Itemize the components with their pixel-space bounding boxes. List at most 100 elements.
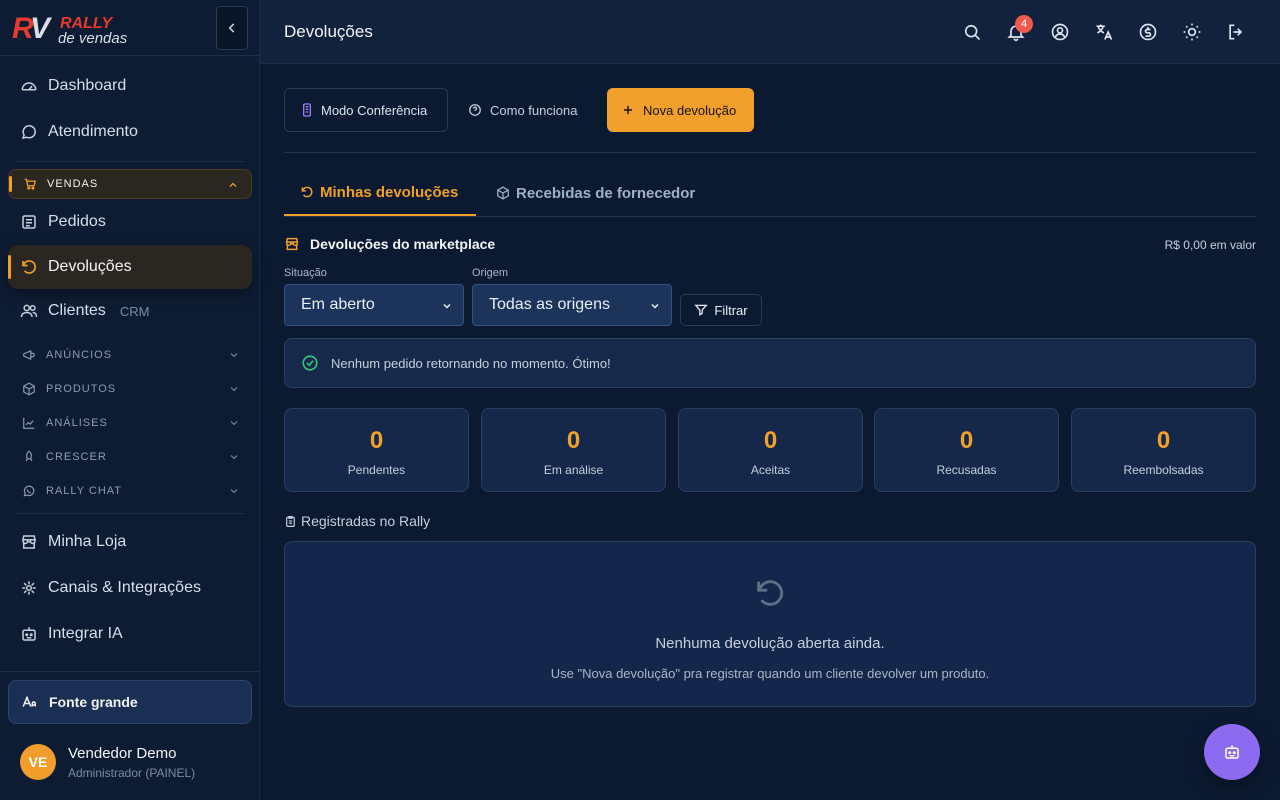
plug-network-icon [22, 581, 36, 595]
nav-clientes[interactable]: Clientes CRM [8, 289, 252, 333]
empty-state-description: Use "Nova devolução" pra registrar quand… [550, 666, 990, 681]
nav-integrar-ia[interactable]: Integrar IA [8, 612, 252, 656]
divider [16, 513, 244, 514]
section-crescer-label: CRESCER [46, 451, 107, 463]
section-crescer[interactable]: CRESCER [8, 442, 252, 472]
user-name: Vendedor Demo [68, 744, 177, 762]
nav-devolucoes[interactable]: Devoluções [8, 245, 252, 289]
box-icon [23, 382, 35, 396]
section-rally-chat-label: RALLY CHAT [46, 485, 123, 497]
check-circle-icon [302, 355, 318, 371]
marketplace-value: R$ 0,00 em valor [1164, 238, 1256, 252]
brand-sub: de vendas [58, 30, 128, 47]
nav-dashboard[interactable]: Dashboard [8, 64, 252, 108]
divider [16, 161, 244, 162]
nav-devolucoes-label: Devoluções [48, 258, 132, 275]
empty-state-title: Nenhuma devolução aberta ainda. [655, 635, 885, 652]
logout-icon [1229, 24, 1243, 40]
chat-bubble-icon [21, 125, 36, 140]
font-size-label: Fonte grande [49, 694, 138, 710]
tab-recebidas-fornecedor[interactable]: Recebidas de fornecedor [496, 170, 695, 216]
help-circle-icon [469, 104, 481, 116]
nav-atendimento[interactable]: Atendimento [8, 110, 252, 154]
nav-integrar-ia-label: Integrar IA [48, 625, 123, 642]
chevron-down-icon [230, 421, 238, 426]
nova-devolucao-button[interactable]: Nova devolução [607, 88, 754, 132]
section-vendas[interactable]: VENDAS [8, 169, 252, 199]
stat-value: 0 [566, 427, 581, 454]
user-role: Administrador (PAINEL) [68, 765, 196, 780]
translate-icon [1096, 24, 1113, 40]
nav-dashboard-label: Dashboard [48, 77, 127, 94]
origem-select[interactable]: Todas as origens [472, 284, 672, 326]
section-produtos[interactable]: PRODUTOS [8, 374, 252, 404]
chevron-down-icon [230, 489, 238, 494]
situacao-label: Situação [284, 267, 327, 279]
section-analises-label: ANÁLISES [46, 417, 108, 429]
empty-state: Nenhuma devolução aberta ainda. Use "Nov… [284, 541, 1256, 707]
theme-toggle-button[interactable] [1182, 22, 1202, 42]
barcode-scanner-icon [303, 103, 311, 117]
language-button[interactable] [1094, 22, 1114, 42]
chevron-up-icon [229, 182, 237, 187]
section-rally-chat[interactable]: RALLY CHAT [8, 476, 252, 506]
plus-icon [623, 105, 633, 115]
top-header: Devoluções 4 [260, 0, 1280, 64]
nav-canais-integracoes[interactable]: Canais & Integrações [8, 566, 252, 610]
search-icon [964, 24, 981, 41]
logout-button[interactable] [1226, 22, 1246, 42]
stat-label: Em análise [543, 463, 604, 477]
font-size-button[interactable]: Fonte grande [8, 680, 252, 724]
store-icon [285, 237, 299, 251]
stat-value: 0 [959, 427, 974, 454]
undo-icon [757, 580, 784, 606]
nav-minha-loja[interactable]: Minha Loja [8, 520, 252, 564]
tab-minhas-devolucoes[interactable]: Minhas devoluções [284, 170, 476, 216]
stat-card-pendentes: 0 Pendentes [284, 408, 469, 492]
text-size-icon [22, 695, 36, 707]
chevron-left-icon [228, 23, 235, 33]
como-funciona-button[interactable]: Como funciona [468, 88, 577, 132]
currency-button[interactable] [1138, 22, 1158, 42]
status-alert: Nenhum pedido retornando no momento. Óti… [284, 338, 1256, 388]
search-button[interactable] [962, 22, 982, 42]
user-profile[interactable]: VE Vendedor Demo Administrador (PAINEL) [20, 744, 195, 780]
nav-clientes-label: Clientes [48, 302, 106, 319]
stat-label: Pendentes [347, 463, 406, 477]
section-vendas-label: VENDAS [47, 178, 99, 190]
collapse-sidebar-button[interactable] [216, 6, 248, 50]
section-analises[interactable]: ANÁLISES [8, 408, 252, 438]
situacao-value: Em aberto [301, 296, 375, 313]
chevron-down-icon [230, 353, 238, 358]
rocket-icon [25, 450, 33, 462]
marketplace-section-title: Devoluções do marketplace [284, 236, 495, 252]
whatsapp-icon [23, 485, 35, 497]
filter-label: Filtrar [714, 302, 748, 318]
registered-section-title: Registradas no Rally [284, 513, 430, 529]
stat-value: 0 [369, 427, 384, 454]
tab-recebidas-label: Recebidas de fornecedor [516, 184, 696, 202]
list-icon [22, 215, 36, 229]
box-icon [497, 186, 509, 200]
registered-title-label: Registradas no Rally [301, 513, 431, 529]
stat-value: 0 [1156, 427, 1171, 454]
chevron-down-icon [230, 455, 238, 460]
svg-text:V: V [30, 12, 53, 45]
section-anuncios[interactable]: ANÚNCIOS [8, 340, 252, 370]
como-funciona-label: Como funciona [490, 102, 578, 118]
nova-devolucao-label: Nova devolução [643, 102, 737, 118]
divider [284, 152, 1256, 153]
modo-conferencia-button[interactable]: Modo Conferência [284, 88, 448, 132]
nav-atendimento-label: Atendimento [48, 123, 138, 140]
nav-pedidos[interactable]: Pedidos [8, 200, 252, 244]
filter-icon [694, 304, 709, 316]
chevron-down-icon [443, 303, 451, 309]
tabs-divider [284, 216, 1256, 217]
brand-logo[interactable]: R V RALLY de vendas [12, 10, 142, 50]
situacao-select[interactable]: Em aberto [284, 284, 464, 326]
chevron-down-icon [651, 303, 659, 309]
profile-button[interactable] [1050, 22, 1070, 42]
filter-button[interactable]: Filtrar [680, 294, 762, 326]
stat-card-recusadas: 0 Recusadas [874, 408, 1059, 492]
ai-assistant-button[interactable] [1204, 724, 1260, 780]
